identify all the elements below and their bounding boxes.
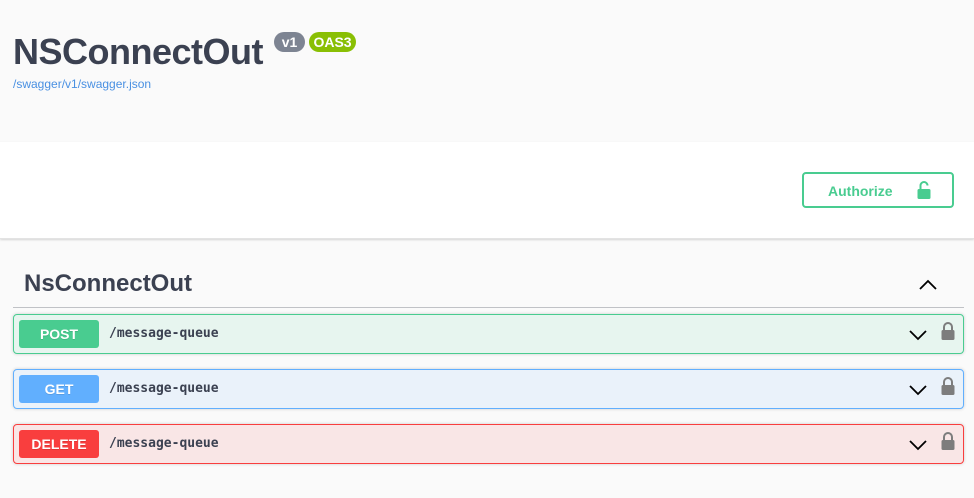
chevron-down-icon[interactable] [907,327,929,348]
chevron-down-icon[interactable] [907,382,929,403]
tag-section-header[interactable]: NsConnectOut [13,262,964,308]
method-badge-post: POST [19,320,99,348]
spec-url-link[interactable]: /swagger/v1/swagger.json [13,77,151,91]
operation-post-message-queue[interactable]: POST /message-queue [13,314,964,354]
chevron-down-icon[interactable] [907,437,929,458]
operation-path: /message-queue [109,381,219,396]
lock-icon[interactable] [940,376,956,401]
authorize-button[interactable]: Authorize [802,172,954,208]
oas-badge: OAS3 [309,32,356,52]
unlocked-icon [914,180,934,203]
api-title: NSConnectOut [13,31,264,72]
lock-icon[interactable] [940,321,956,346]
method-badge-get: GET [19,375,99,403]
authorize-label: Authorize [828,183,893,199]
info-section: NSConnectOut v1 OAS3 /swagger/v1/swagger… [0,0,974,142]
chevron-up-icon[interactable] [916,274,940,303]
method-badge-delete: DELETE [19,430,99,458]
operation-delete-message-queue[interactable]: DELETE /message-queue [13,424,964,464]
operation-path: /message-queue [109,326,219,341]
tag-title: NsConnectOut [24,270,192,297]
lock-icon[interactable] [940,431,956,456]
operation-path: /message-queue [109,436,219,451]
operation-get-message-queue[interactable]: GET /message-queue [13,369,964,409]
version-badge: v1 [274,32,305,52]
